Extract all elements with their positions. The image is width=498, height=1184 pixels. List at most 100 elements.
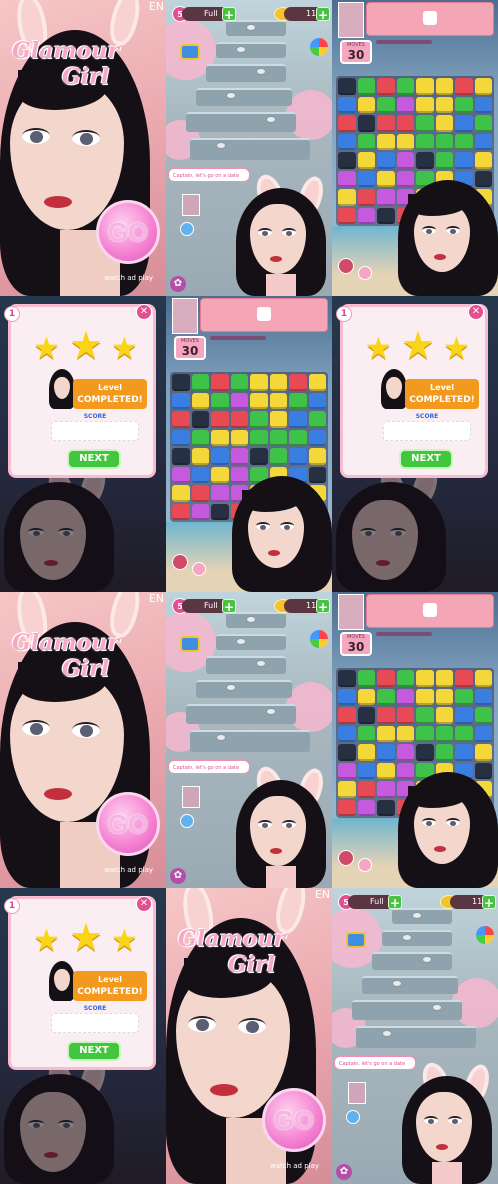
lucky-wheel-icon[interactable] (310, 630, 328, 648)
board-tile[interactable] (191, 411, 209, 428)
board-tile[interactable] (191, 503, 209, 520)
board-tile[interactable] (338, 762, 356, 779)
add-coins-button[interactable]: + (316, 7, 330, 22)
board-tile[interactable] (377, 152, 395, 169)
board-tile[interactable] (435, 152, 453, 169)
character-avatar[interactable] (348, 1082, 366, 1104)
go-button[interactable]: GO (262, 1088, 326, 1152)
board-tile[interactable] (455, 707, 473, 724)
blue-potion-icon[interactable] (180, 222, 194, 236)
board-tile[interactable] (396, 688, 414, 705)
board-tile[interactable] (474, 115, 492, 132)
level-node[interactable] (382, 1030, 392, 1037)
board-tile[interactable] (357, 133, 375, 150)
board-tile[interactable] (377, 78, 395, 95)
board-tile[interactable] (435, 78, 453, 95)
booster-icon[interactable] (358, 858, 372, 872)
board-tile[interactable] (269, 429, 287, 446)
board-tile[interactable] (172, 429, 190, 446)
board-tile[interactable] (416, 744, 434, 761)
board-tile[interactable] (377, 725, 395, 742)
board-tile[interactable] (435, 115, 453, 132)
settings-gear-icon[interactable]: ✿ (170, 276, 186, 292)
board-tile[interactable] (435, 744, 453, 761)
level-node[interactable] (266, 116, 276, 123)
character-avatar[interactable] (182, 786, 200, 808)
board-tile[interactable] (289, 448, 307, 465)
board-tile[interactable] (230, 448, 248, 465)
board-tile[interactable] (416, 670, 434, 687)
go-button[interactable]: GO (96, 792, 160, 856)
board-tile[interactable] (357, 762, 375, 779)
board-tile[interactable] (308, 429, 326, 446)
board-tile[interactable] (416, 688, 434, 705)
board-tile[interactable] (357, 688, 375, 705)
booster-icon[interactable] (358, 266, 372, 280)
board-tile[interactable] (289, 374, 307, 391)
board-tile[interactable] (308, 448, 326, 465)
board-tile[interactable] (338, 189, 356, 206)
board-tile[interactable] (357, 744, 375, 761)
board-tile[interactable] (289, 411, 307, 428)
board-tile[interactable] (269, 374, 287, 391)
board-tile[interactable] (338, 725, 356, 742)
board-tile[interactable] (269, 411, 287, 428)
board-tile[interactable] (357, 189, 375, 206)
language-button[interactable]: EN (149, 0, 164, 13)
level-node[interactable] (246, 24, 256, 31)
board-tile[interactable] (377, 744, 395, 761)
tv-ad-icon[interactable] (180, 636, 200, 652)
board-tile[interactable] (191, 466, 209, 483)
board-tile[interactable] (172, 411, 190, 428)
board-tile[interactable] (357, 670, 375, 687)
board-tile[interactable] (191, 429, 209, 446)
board-tile[interactable] (172, 466, 190, 483)
board-tile[interactable] (435, 133, 453, 150)
board-tile[interactable] (377, 707, 395, 724)
level-node[interactable] (256, 68, 266, 75)
lucky-wheel-icon[interactable] (310, 38, 328, 56)
board-tile[interactable] (416, 707, 434, 724)
lucky-wheel-icon[interactable] (476, 926, 494, 944)
level-node[interactable] (422, 956, 432, 963)
board-tile[interactable] (474, 725, 492, 742)
cake-booster-icon[interactable] (172, 554, 188, 570)
board-tile[interactable] (338, 707, 356, 724)
level-node[interactable] (402, 934, 412, 941)
board-tile[interactable] (357, 725, 375, 742)
language-button[interactable]: EN (315, 888, 330, 901)
board-tile[interactable] (435, 707, 453, 724)
board-tile[interactable] (338, 799, 356, 816)
board-tile[interactable] (396, 133, 414, 150)
board-tile[interactable] (230, 374, 248, 391)
level-node[interactable] (216, 734, 226, 741)
board-tile[interactable] (396, 744, 414, 761)
add-lives-button[interactable]: + (388, 895, 402, 910)
settings-gear-icon[interactable]: ✿ (170, 868, 186, 884)
settings-gear-icon[interactable]: ✿ (336, 1164, 352, 1180)
board-tile[interactable] (435, 96, 453, 113)
board-tile[interactable] (338, 670, 356, 687)
board-tile[interactable] (357, 781, 375, 798)
board-tile[interactable] (211, 411, 229, 428)
board-tile[interactable] (474, 707, 492, 724)
close-icon[interactable]: ✕ (468, 304, 484, 320)
board-tile[interactable] (289, 392, 307, 409)
board-tile[interactable] (230, 429, 248, 446)
close-icon[interactable]: ✕ (136, 896, 152, 912)
board-tile[interactable] (455, 725, 473, 742)
go-button[interactable]: GO (96, 200, 160, 264)
board-tile[interactable] (250, 392, 268, 409)
board-tile[interactable] (357, 207, 375, 224)
board-tile[interactable] (396, 670, 414, 687)
add-coins-button[interactable]: + (316, 599, 330, 614)
board-tile[interactable] (416, 133, 434, 150)
board-tile[interactable] (455, 115, 473, 132)
board-tile[interactable] (416, 115, 434, 132)
board-tile[interactable] (455, 152, 473, 169)
board-tile[interactable] (191, 392, 209, 409)
board-tile[interactable] (269, 392, 287, 409)
level-node[interactable] (392, 980, 402, 987)
board-tile[interactable] (455, 670, 473, 687)
board-tile[interactable] (250, 448, 268, 465)
